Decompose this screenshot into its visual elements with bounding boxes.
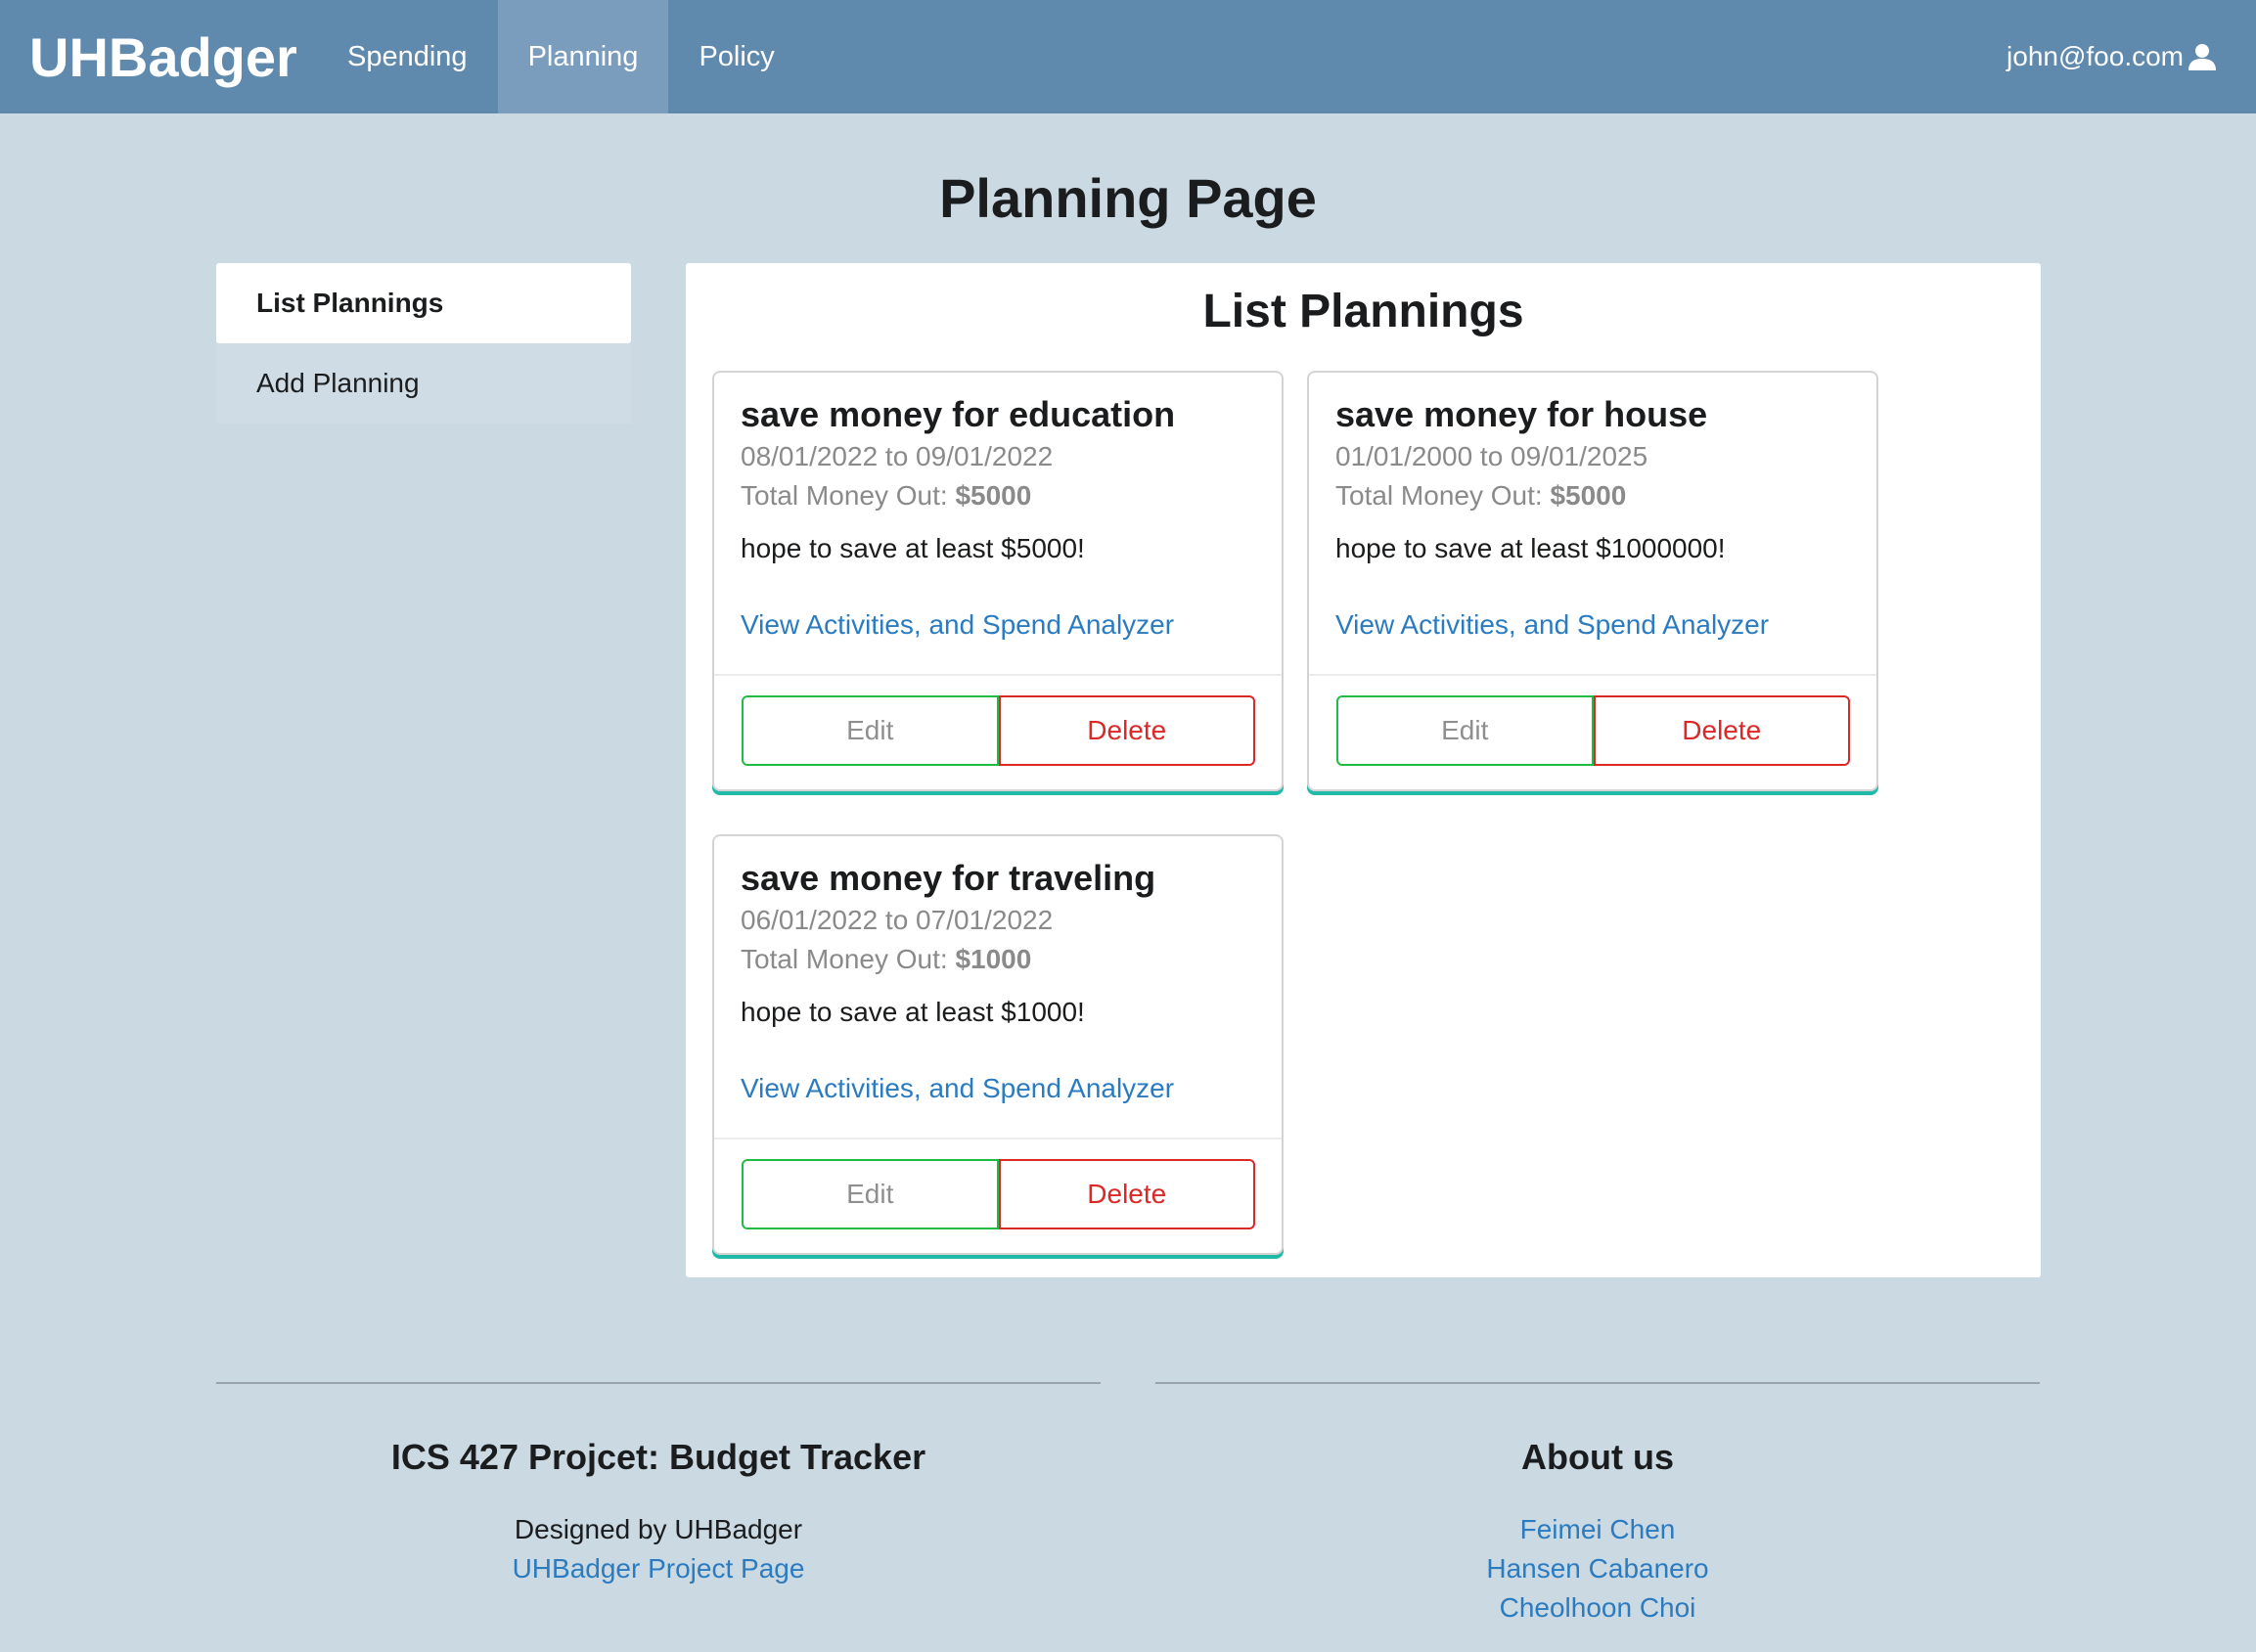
money-label: Total Money Out: [1335,480,1551,511]
money-value: $1000 [955,944,1032,974]
nav-policy[interactable]: Policy [668,0,804,113]
brand-logo[interactable]: UHBadger [0,0,317,113]
member-link[interactable]: Cheolhoon Choi [1155,1588,2040,1628]
view-activities-link[interactable]: View Activities, and Spend Analyzer [1335,605,1851,645]
user-menu[interactable]: john@foo.com [2007,0,2256,113]
planning-card: save money for traveling 06/01/2022 to 0… [712,834,1284,1255]
user-email: john@foo.com [2007,41,2184,71]
card-money: Total Money Out: $5000 [1335,476,1851,515]
nav-planning[interactable]: Planning [497,0,669,113]
button-group: Edit Delete [1336,695,1850,766]
card-dates: 08/01/2022 to 09/01/2022 [741,441,1054,471]
card-actions: Edit Delete [714,1138,1282,1229]
card-actions: Edit Delete [714,674,1282,766]
project-page-link[interactable]: UHBadger Project Page [216,1549,1101,1588]
panel-title: List Plannings [1202,286,1524,337]
sidebar-item-add-planning[interactable]: Add Planning [216,343,631,424]
button-group: Edit Delete [742,695,1255,766]
card-dates: 01/01/2000 to 09/01/2025 [1335,441,1648,471]
card-description: hope to save at least $1000! [741,997,1085,1027]
view-activities-link[interactable]: View Activities, and Spend Analyzer [741,1069,1256,1108]
money-label: Total Money Out: [741,480,956,511]
edit-button[interactable]: Edit [742,1159,999,1229]
footer-divider-left [216,1382,1101,1384]
view-activities-link[interactable]: View Activities, and Spend Analyzer [741,605,1256,645]
card-header: save money for education [741,394,1176,434]
footer-project-info: ICS 427 Projcet: Budget Tracker Designed… [216,1432,1101,1588]
button-group: Edit Delete [742,1159,1255,1229]
delete-button[interactable]: Delete [998,1159,1255,1229]
main-panel: List Plannings save money for education … [686,263,2041,1277]
planning-card: save money for education 08/01/2022 to 0… [712,371,1284,791]
footer-designed-by: Designed by UHBadger [514,1514,803,1544]
user-icon [2188,42,2217,71]
card-header: save money for house [1335,394,1708,434]
card-dates: 06/01/2022 to 07/01/2022 [741,905,1054,935]
delete-button[interactable]: Delete [998,695,1255,766]
card-description: hope to save at least $1000000! [1335,533,1726,563]
money-label: Total Money Out: [741,944,956,974]
card-actions: Edit Delete [1309,674,1876,766]
member-link[interactable]: Feimei Chen [1155,1510,2040,1549]
money-value: $5000 [955,480,1032,511]
edit-button[interactable]: Edit [742,695,999,766]
card-header: save money for traveling [741,858,1156,898]
nav-spending[interactable]: Spending [317,0,498,113]
sidebar-menu: List Plannings Add Planning [216,263,631,424]
money-value: $5000 [1550,480,1627,511]
card-description: hope to save at least $5000! [741,533,1085,563]
delete-button[interactable]: Delete [1593,695,1850,766]
card-money: Total Money Out: $1000 [741,940,1256,979]
footer-about-title: About us [1521,1437,1674,1477]
edit-button[interactable]: Edit [1336,695,1594,766]
page-title: Planning Page [939,167,1317,229]
planning-card: save money for house 01/01/2000 to 09/01… [1307,371,1878,791]
footer-divider-right [1155,1382,2040,1384]
sidebar-item-list-plannings[interactable]: List Plannings [216,263,631,343]
card-money: Total Money Out: $5000 [741,476,1256,515]
top-navbar: UHBadger Spending Planning Policy john@f… [0,0,2256,113]
footer-project-title: ICS 427 Projcet: Budget Tracker [390,1437,926,1477]
footer-about-us: About us Feimei Chen Hansen Cabanero Che… [1155,1432,2040,1628]
member-link[interactable]: Hansen Cabanero [1155,1549,2040,1588]
